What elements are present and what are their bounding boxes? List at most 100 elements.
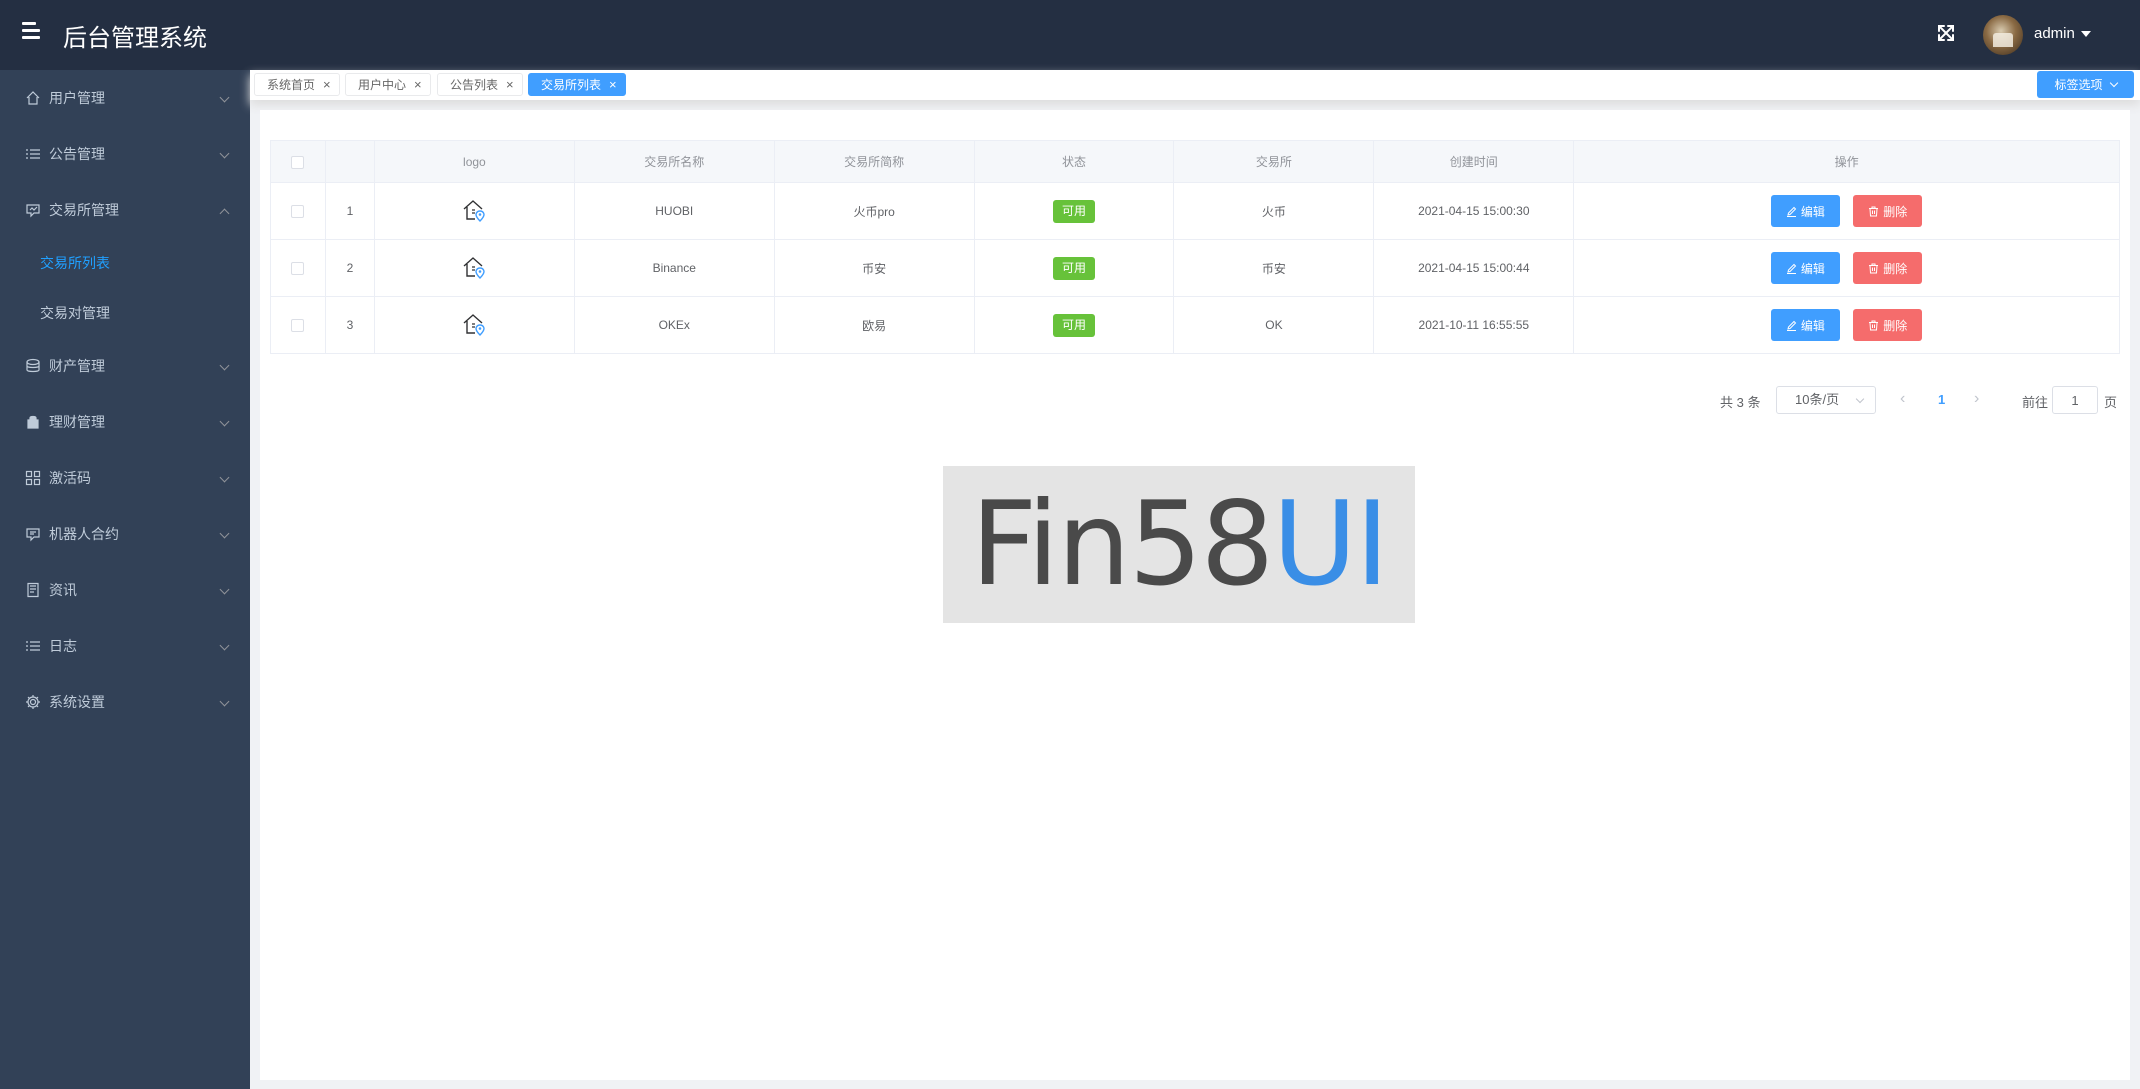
row-checkbox[interactable] [291,205,305,219]
sidebar-item-system-settings[interactable]: 系统设置 [0,674,250,730]
row-select-cell [270,296,326,354]
row-name: HUOBI [573,182,775,240]
page-number-current[interactable]: 1 [1938,392,1945,407]
menu-toggle-icon[interactable] [22,22,44,44]
tag-label: 用户中心 [358,78,407,92]
short-name-header: 交易所简称 [773,140,975,183]
sidebar-subitem-trading-pair[interactable]: 交易对管理 [0,288,250,338]
chevron-down-icon [219,584,230,595]
chevron-down-icon [1855,394,1865,404]
close-icon[interactable]: × [414,77,422,92]
row-index: 3 [324,296,375,354]
avatar[interactable] [1983,15,2023,55]
user-dropdown[interactable]: admin [2034,25,2091,42]
delete-button[interactable]: 删除 [1853,195,1923,227]
tag-user-center[interactable]: 用户中心 × [345,73,431,96]
trash-icon [1869,263,1879,273]
edit-button[interactable]: 编辑 [1770,309,1840,341]
row-exchange: OK [1173,296,1375,354]
tags-options-button[interactable]: 标签选项 [2037,71,2134,98]
chevron-down-icon [219,92,230,103]
row-exchange: 火币 [1173,182,1375,240]
row-checkbox[interactable] [291,262,305,276]
row-name: OKEx [573,296,775,354]
delete-button[interactable]: 删除 [1853,252,1923,284]
chevron-down-icon [219,148,230,159]
delete-label: 删除 [1883,261,1908,276]
sidebar-item-exchange-management[interactable]: 交易所管理 [0,182,250,238]
sidebar-item-logs[interactable]: 日志 [0,618,250,674]
sidebar-subitem-exchange-list[interactable]: 交易所列表 [0,238,250,288]
sidebar-item-news[interactable]: 资讯 [0,562,250,618]
name-header: 交易所名称 [573,140,775,183]
tags-options-label: 标签选项 [2054,78,2103,92]
goto-page-input[interactable] [2052,386,2098,414]
status-badge: 可用 [1053,313,1096,337]
sidebar-item-robot-contract[interactable]: 机器人合约 [0,506,250,562]
tag-label: 交易所列表 [541,78,602,92]
close-icon[interactable]: × [609,77,617,92]
gear-icon [26,695,40,709]
sidebar-item-activation-code[interactable]: 激活码 [0,450,250,506]
contract-icon [26,528,40,542]
sidebar-item-assets[interactable]: 财产管理 [0,338,250,394]
close-icon[interactable]: × [323,77,331,92]
sidebar-item-finance[interactable]: 理财管理 [0,394,250,450]
username-label: admin [2034,25,2075,42]
home-icon [26,91,40,105]
sidebar: 用户管理 公告管理 交易所管理 交易所列表 交易对管理 财产管理 理财管理 激活… [0,70,250,1089]
chevron-down-icon [219,360,230,371]
sidebar-item-label: 日志 [49,638,77,654]
row-status-cell: 可用 [973,182,1175,240]
row-actions: 编辑 删除 [1573,239,2120,297]
edit-icon [1786,206,1797,217]
edit-button[interactable]: 编辑 [1770,195,1840,227]
sidebar-item-user-management[interactable]: 用户管理 [0,70,250,126]
chevron-down-icon [2109,78,2118,88]
sidebar-item-announcement-management[interactable]: 公告管理 [0,126,250,182]
tag-exchange-list[interactable]: 交易所列表 × [528,73,626,96]
edit-button[interactable]: 编辑 [1770,252,1840,284]
sidebar-item-label: 系统设置 [49,694,105,710]
prev-page-icon[interactable]: ‹ [1900,390,1905,408]
status-badge: 可用 [1053,199,1096,223]
tag-announcement-list[interactable]: 公告列表 × [437,73,523,96]
page-size-select[interactable]: 10条/页 [1776,386,1876,414]
row-name: Binance [573,239,775,297]
row-logo [373,296,575,354]
status-header: 状态 [973,140,1175,183]
delete-button[interactable]: 删除 [1853,309,1923,341]
app-title: 后台管理系统 [63,24,207,52]
select-all-checkbox[interactable] [291,155,305,169]
row-created-time: 2021-04-15 15:00:44 [1373,239,1575,297]
edit-label: 编辑 [1800,261,1825,276]
chevron-down-icon [219,696,230,707]
list-icon [26,149,40,159]
table-row: 1 HUOBI 火币pro 可用 火币 2021-04-15 15:00:30 … [270,182,2120,240]
next-page-icon[interactable]: › [1974,390,1979,408]
row-created-time: 2021-10-11 16:55:55 [1373,296,1575,354]
sidebar-item-label: 资讯 [49,582,77,598]
index-header [324,140,375,183]
row-status-cell: 可用 [973,239,1175,297]
exchange-table: logo 交易所名称 交易所简称 状态 交易所 创建时间 操作 1 HUOBI … [270,140,2120,354]
fin58ui-watermark: Fin58 UI [943,466,1415,623]
row-short-name: 火币pro [773,182,975,240]
grid-icon [25,470,41,486]
watermark-text-dark: Fin58 [970,477,1275,612]
table-row: 2 Binance 币安 可用 币安 2021-04-15 15:00:44 编… [270,239,2120,297]
logo-placeholder-icon [463,313,486,336]
sidebar-subitem-label: 交易对管理 [40,305,110,321]
table-header-row: logo 交易所名称 交易所简称 状态 交易所 创建时间 操作 [270,140,2120,183]
exchange-header: 交易所 [1173,140,1375,183]
sidebar-item-label: 财产管理 [49,358,105,374]
tag-home[interactable]: 系统首页 × [254,73,340,96]
caret-down-icon [2080,31,2091,38]
tags-bar: 系统首页 × 用户中心 × 公告列表 × 交易所列表 × [250,70,2140,100]
page-unit-label: 页 [2104,395,2118,410]
row-actions: 编辑 删除 [1573,296,2120,354]
close-icon[interactable]: × [506,77,514,92]
fullscreen-icon[interactable] [1935,22,1957,44]
row-checkbox[interactable] [291,319,305,333]
delete-label: 删除 [1883,318,1908,333]
